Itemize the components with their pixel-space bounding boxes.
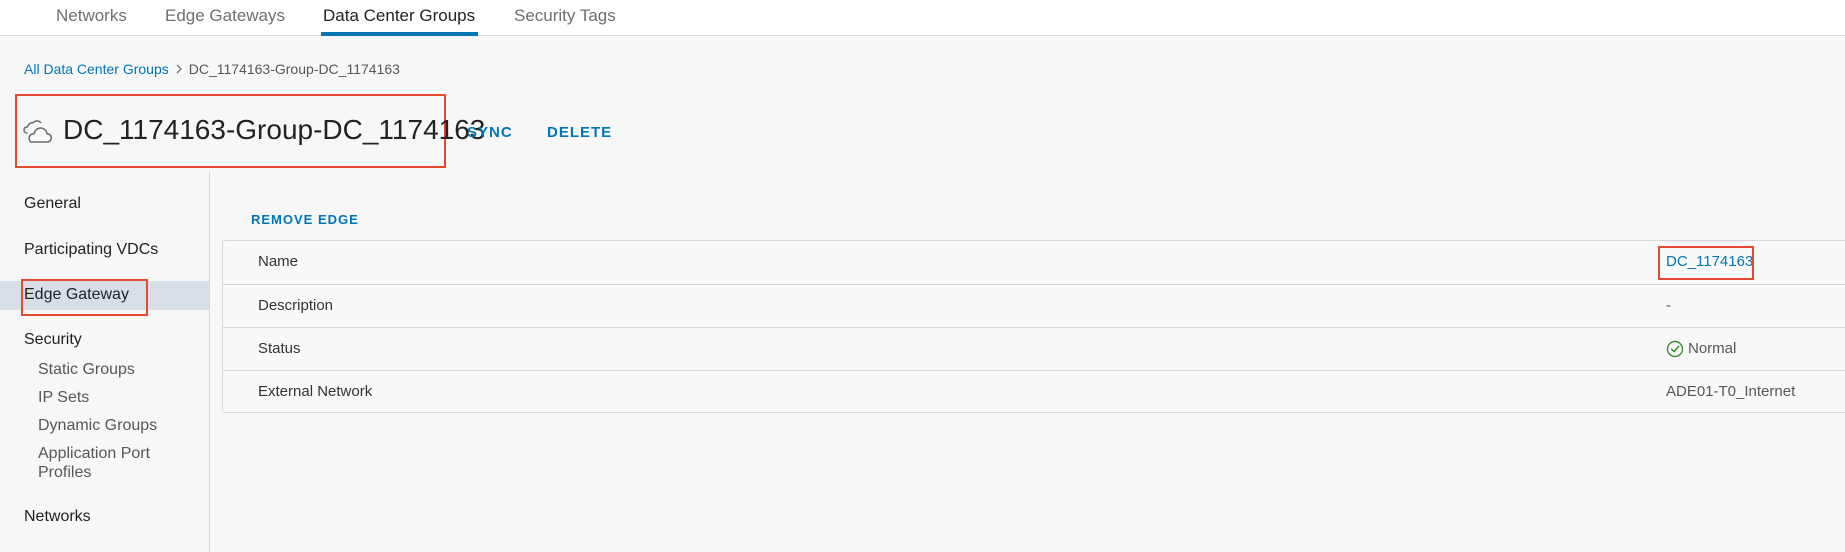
- sidebar-item-general[interactable]: General: [24, 195, 81, 213]
- status-value: Normal: [1688, 340, 1737, 357]
- sidebar-item-ip-sets[interactable]: IP Sets: [38, 388, 89, 407]
- delete-button[interactable]: DELETE: [547, 124, 612, 141]
- edge-gateway-highlight-box: [21, 279, 148, 316]
- edge-details-table: Name DC_1174163 Description - Status Nor…: [222, 240, 1845, 413]
- status-value-wrap: Normal: [1666, 328, 1736, 370]
- breadcrumb-all-data-center-groups[interactable]: All Data Center Groups: [24, 61, 169, 77]
- detail-row-description: Description -: [223, 284, 1845, 327]
- remove-edge-button[interactable]: REMOVE EDGE: [251, 212, 359, 227]
- top-tab-bar: Networks Edge Gateways Data Center Group…: [0, 0, 1845, 36]
- chevron-right-icon: [169, 64, 189, 74]
- sidebar-item-networks[interactable]: Networks: [24, 508, 91, 526]
- sidebar-item-static-groups[interactable]: Static Groups: [38, 360, 135, 379]
- detail-label: Status: [258, 340, 301, 357]
- sidebar-item-dynamic-groups[interactable]: Dynamic Groups: [38, 416, 157, 435]
- detail-label: External Network: [258, 383, 373, 400]
- sync-button[interactable]: SYNC: [467, 124, 513, 141]
- description-value: -: [1666, 297, 1671, 314]
- external-network-value: ADE01-T0_Internet: [1666, 383, 1796, 400]
- tab-networks[interactable]: Networks: [56, 0, 127, 36]
- detail-row-external-network: External Network ADE01-T0_Internet: [223, 370, 1845, 413]
- tab-edge-gateways[interactable]: Edge Gateways: [165, 0, 285, 36]
- breadcrumb: All Data Center Groups DC_1174163-Group-…: [24, 59, 400, 79]
- detail-row-name: Name DC_1174163: [223, 241, 1845, 284]
- detail-label: Name: [258, 253, 299, 270]
- name-highlight-box: [1658, 246, 1754, 280]
- breadcrumb-current: DC_1174163-Group-DC_1174163: [188, 61, 400, 77]
- detail-row-status: Status Normal: [223, 327, 1845, 370]
- tab-data-center-groups[interactable]: Data Center Groups: [320, 0, 479, 36]
- nav-divider: [209, 172, 210, 552]
- sidebar-item-application-port-profiles[interactable]: Application Port Profiles: [38, 444, 188, 482]
- sidebar-item-participating-vdcs[interactable]: Participating VDCs: [24, 241, 158, 259]
- sidebar-item-security[interactable]: Security: [24, 331, 82, 349]
- detail-label: Description: [258, 297, 334, 314]
- data-center-group-icon: [23, 116, 53, 146]
- tab-security-tags[interactable]: Security Tags: [514, 0, 616, 36]
- check-circle-icon: [1666, 340, 1684, 358]
- page-title: DC_1174163-Group-DC_1174163: [63, 114, 486, 145]
